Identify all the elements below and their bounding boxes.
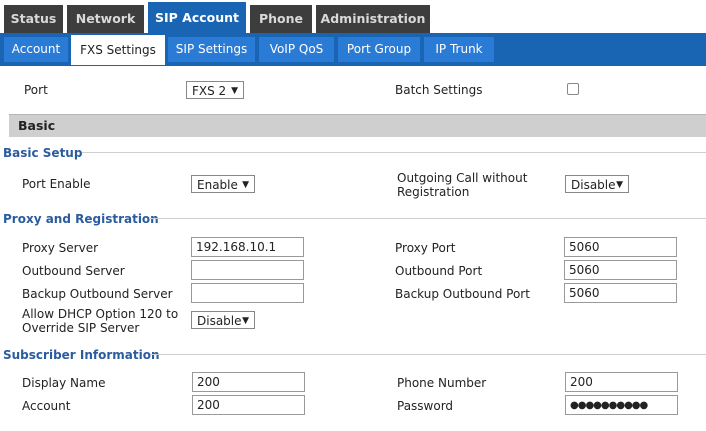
outbound-server-input[interactable] — [191, 260, 304, 280]
outgoing-call-select[interactable]: Disable ▼ — [565, 175, 629, 193]
password-label: Password — [397, 399, 454, 413]
sub-nav: Account FXS Settings SIP Settings VoIP Q… — [0, 33, 706, 66]
port-enable-select[interactable]: Enable ▼ — [191, 175, 255, 193]
account-label: Account — [22, 399, 71, 413]
section-divider — [82, 152, 706, 153]
tab-status[interactable]: Status — [4, 5, 63, 33]
port-label: Port — [24, 83, 48, 97]
subscriber-information-title: Subscriber Information — [3, 348, 160, 362]
backup-outbound-server-label: Backup Outbound Server — [22, 287, 173, 301]
display-name-label: Display Name — [22, 376, 106, 390]
dhcp-option-value: Disable — [197, 314, 242, 328]
port-select[interactable]: FXS 2 ▼ — [186, 81, 244, 99]
subtab-fxs-settings[interactable]: FXS Settings — [71, 35, 165, 65]
subtab-voip-qos[interactable]: VoIP QoS — [259, 37, 334, 62]
subtab-ip-trunk[interactable]: IP Trunk — [424, 37, 494, 62]
section-divider — [151, 354, 706, 355]
tab-sip-account[interactable]: SIP Account — [148, 2, 246, 37]
dhcp-option-select[interactable]: Disable ▼ — [191, 311, 255, 329]
outbound-port-input[interactable] — [564, 260, 677, 280]
proxy-server-label: Proxy Server — [22, 241, 99, 255]
basic-header-title: Basic — [18, 118, 56, 133]
subtab-sip-settings[interactable]: SIP Settings — [168, 37, 255, 62]
dhcp-option-label: Allow DHCP Option 120 to Override SIP Se… — [22, 307, 179, 335]
phone-number-label: Phone Number — [397, 376, 487, 390]
proxy-port-label: Proxy Port — [395, 241, 456, 255]
account-input[interactable] — [192, 395, 305, 415]
subtab-account[interactable]: Account — [4, 37, 68, 62]
port-enable-label: Port Enable — [22, 177, 91, 191]
dropdown-arrow-icon: ▼ — [242, 180, 249, 190]
proxy-server-input[interactable] — [191, 237, 304, 257]
section-divider — [149, 218, 706, 219]
tab-administration[interactable]: Administration — [316, 5, 430, 33]
batch-settings-label: Batch Settings — [395, 83, 483, 97]
outgoing-call-value: Disable — [571, 178, 616, 192]
backup-outbound-port-input[interactable] — [564, 283, 677, 303]
outgoing-call-label: Outgoing Call without Registration — [397, 171, 528, 199]
display-name-input[interactable] — [192, 372, 305, 392]
port-select-value: FXS 2 — [192, 84, 227, 98]
dropdown-arrow-icon: ▼ — [242, 316, 249, 326]
backup-outbound-server-input[interactable] — [191, 283, 304, 303]
dropdown-arrow-icon: ▼ — [616, 180, 623, 190]
outbound-server-label: Outbound Server — [22, 264, 125, 278]
dropdown-arrow-icon: ▼ — [231, 86, 238, 96]
proxy-port-input[interactable] — [564, 237, 677, 257]
subtab-port-group[interactable]: Port Group — [338, 37, 420, 62]
phone-number-input[interactable] — [565, 372, 678, 392]
backup-outbound-port-label: Backup Outbound Port — [395, 287, 530, 301]
top-nav: Status Network SIP Account Phone Adminis… — [0, 0, 706, 37]
basic-header-bar: Basic — [9, 114, 706, 137]
tab-phone[interactable]: Phone — [250, 5, 312, 33]
password-input[interactable] — [565, 395, 678, 415]
batch-settings-checkbox[interactable] — [567, 83, 579, 95]
proxy-registration-title: Proxy and Registration — [3, 212, 159, 226]
basic-setup-title: Basic Setup — [3, 146, 83, 160]
outbound-port-label: Outbound Port — [395, 264, 483, 278]
port-enable-value: Enable — [197, 178, 238, 192]
tab-network[interactable]: Network — [67, 5, 144, 33]
